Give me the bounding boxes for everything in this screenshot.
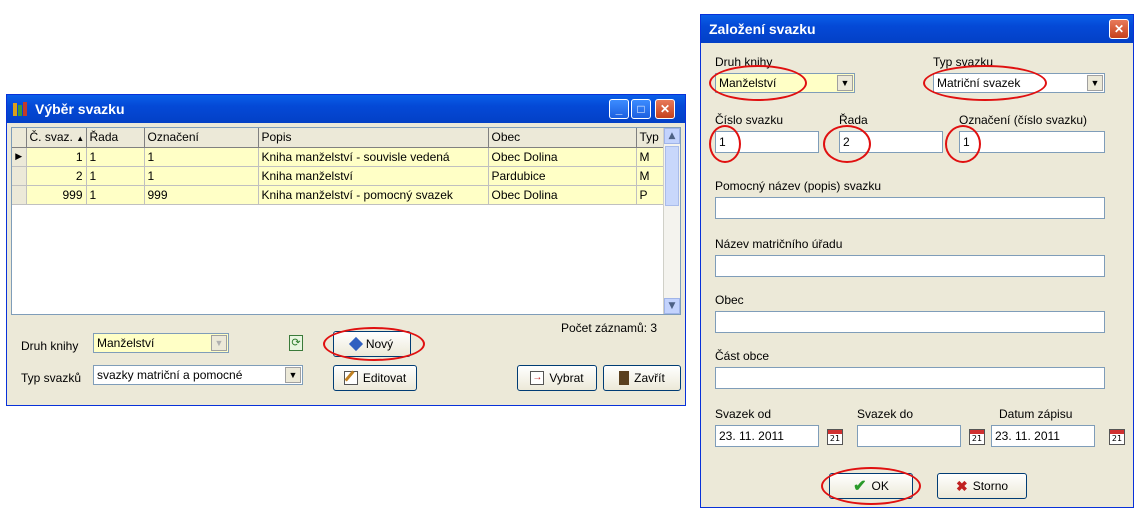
chevron-down-icon[interactable]: ▼: [837, 75, 853, 91]
pomocny-nazev-input[interactable]: [715, 197, 1105, 219]
dialog-title: Založení svazku: [709, 21, 816, 37]
chevron-down-icon[interactable]: ▼: [285, 367, 301, 383]
svazek-list-window: Výběr svazku _ □ ✕ Č. svaz. ▲ Řada Označ…: [6, 94, 686, 406]
datum-zapisu-label: Datum zápisu: [999, 407, 1073, 421]
obec-input[interactable]: [715, 311, 1105, 333]
cell-oznaceni: 1: [144, 147, 259, 167]
zavrit-button[interactable]: Zavřít: [603, 365, 681, 391]
header-indicator: [12, 128, 27, 148]
annotation-circle-druh: [709, 65, 807, 101]
cell-typ: M: [636, 147, 665, 167]
edit-icon: [343, 370, 358, 385]
row-indicator: [12, 166, 27, 186]
cell-popis: Kniha manželství - pomocný svazek: [258, 185, 489, 205]
cell-obec: Obec Dolina: [488, 185, 637, 205]
svazek-do-label: Svazek do: [857, 407, 914, 421]
cell-typ: M: [636, 166, 665, 186]
cell-rada: 1: [86, 147, 145, 167]
cell-oznaceni: 1: [144, 166, 259, 186]
close-button[interactable]: ✕: [655, 99, 675, 119]
pocet-zaznamu-text: Počet záznamů: 3: [561, 321, 658, 335]
vertical-scrollbar[interactable]: ▲ ▼: [663, 128, 680, 314]
cast-obce-label: Část obce: [715, 349, 770, 363]
editovat-button[interactable]: Editovat: [333, 365, 417, 391]
nazev-uradu-input[interactable]: [715, 255, 1105, 277]
chevron-down-icon[interactable]: ▼: [1087, 75, 1103, 91]
cell-cislo: 1: [26, 147, 87, 167]
cell-obec: Pardubice: [488, 166, 637, 186]
svazek-table: Č. svaz. ▲ Řada Označení Popis Obec Typ …: [12, 128, 665, 205]
table-header-row: Č. svaz. ▲ Řada Označení Popis Obec Typ: [12, 128, 665, 148]
calendar-icon[interactable]: 21: [827, 429, 843, 445]
annotation-circle-cislo: [709, 125, 741, 163]
cast-obce-input[interactable]: [715, 367, 1105, 389]
cell-cislo: 2: [26, 166, 87, 186]
cell-rada: 1: [86, 166, 145, 186]
annotation-circle-ok: [821, 467, 921, 505]
zalozeni-dialog: Založení svazku ✕ Druh knihy Manželství …: [700, 14, 1134, 508]
dialog-titlebar[interactable]: Založení svazku ✕: [701, 15, 1133, 43]
pomocny-nazev-label: Pomocný název (popis) svazku: [715, 179, 882, 193]
table-row[interactable]: ▶ 1 1 1 Kniha manželství - souvisle vede…: [12, 147, 665, 167]
annotation-circle-rada: [823, 125, 871, 163]
vybrat-button[interactable]: → Vybrat: [517, 365, 597, 391]
refresh-icon[interactable]: ⟳: [289, 335, 303, 351]
druh-knihy-value: Manželství: [97, 336, 155, 350]
cell-popis: Kniha manželství: [258, 166, 489, 186]
minimize-button[interactable]: _: [609, 99, 629, 119]
typ-svazku-label: Typ svazků: [21, 371, 82, 385]
chevron-down-icon[interactable]: ▼: [211, 335, 227, 351]
exit-door-icon: [619, 371, 630, 385]
list-window-title: Výběr svazku: [35, 101, 125, 117]
scroll-down-icon[interactable]: ▼: [664, 298, 680, 314]
storno-button[interactable]: ✖ Storno: [937, 473, 1027, 499]
scroll-up-icon[interactable]: ▲: [664, 128, 680, 144]
header-rada[interactable]: Řada: [86, 128, 145, 148]
books-icon: [13, 102, 29, 116]
header-popis[interactable]: Popis: [258, 128, 489, 148]
calendar-icon[interactable]: 21: [969, 429, 985, 445]
svazek-do-input[interactable]: [857, 425, 961, 447]
header-obec[interactable]: Obec: [488, 128, 637, 148]
table-row[interactable]: 999 1 999 Kniha manželství - pomocný sva…: [12, 185, 665, 205]
scroll-thumb[interactable]: [665, 146, 679, 206]
datum-zapisu-input[interactable]: 23. 11. 2011: [991, 425, 1095, 447]
nazev-uradu-label: Název matričního úřadu: [715, 237, 843, 251]
svazek-od-label: Svazek od: [715, 407, 772, 421]
select-arrow-icon: →: [530, 371, 545, 385]
sort-up-icon: ▲: [76, 134, 85, 144]
annotation-circle-oznaceni: [945, 125, 981, 163]
close-button[interactable]: ✕: [1109, 19, 1129, 39]
cell-rada: 1: [86, 185, 145, 205]
cancel-x-icon: ✖: [955, 477, 968, 494]
list-window-titlebar[interactable]: Výběr svazku _ □ ✕: [7, 95, 685, 123]
cell-typ: P: [636, 185, 665, 205]
current-row-icon: ▶: [12, 147, 27, 167]
annotation-circle-novy: [323, 327, 425, 361]
cell-obec: Obec Dolina: [488, 147, 637, 167]
row-indicator: [12, 185, 27, 205]
cell-cislo: 999: [26, 185, 87, 205]
druh-knihy-label: Druh knihy: [21, 339, 79, 353]
maximize-button[interactable]: □: [631, 99, 651, 119]
header-cislo[interactable]: Č. svaz. ▲: [26, 128, 87, 148]
typ-svazku-select[interactable]: svazky matriční a pomocné ▼: [93, 365, 303, 385]
typ-svazku-value: svazky matriční a pomocné: [97, 368, 243, 382]
druh-knihy-select[interactable]: Manželství ▼: [93, 333, 229, 353]
cell-popis: Kniha manželství - souvisle vedená: [258, 147, 489, 167]
obec-label: Obec: [715, 293, 744, 307]
svazek-grid[interactable]: Č. svaz. ▲ Řada Označení Popis Obec Typ …: [11, 127, 681, 315]
calendar-icon[interactable]: 21: [1109, 429, 1125, 445]
header-typ[interactable]: Typ: [636, 128, 665, 148]
oznaceni-label: Označení (číslo svazku): [959, 113, 1088, 127]
cell-oznaceni: 999: [144, 185, 259, 205]
table-row[interactable]: 2 1 1 Kniha manželství Pardubice M: [12, 166, 665, 186]
header-oznaceni[interactable]: Označení: [144, 128, 259, 148]
annotation-circle-typ: [923, 65, 1047, 101]
svazek-od-input[interactable]: 23. 11. 2011: [715, 425, 819, 447]
